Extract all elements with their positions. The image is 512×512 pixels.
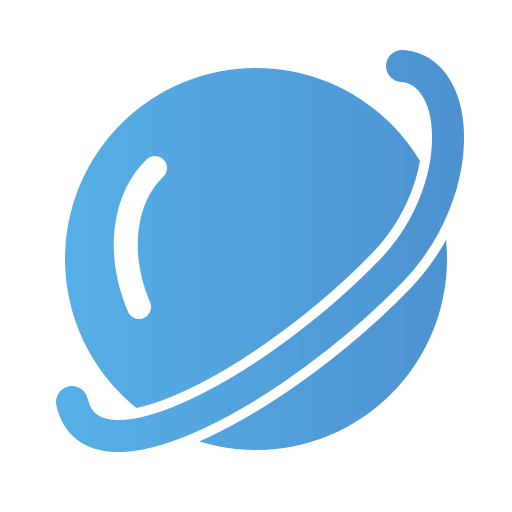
icon-canvas (0, 0, 512, 512)
planet-icon (46, 40, 474, 462)
